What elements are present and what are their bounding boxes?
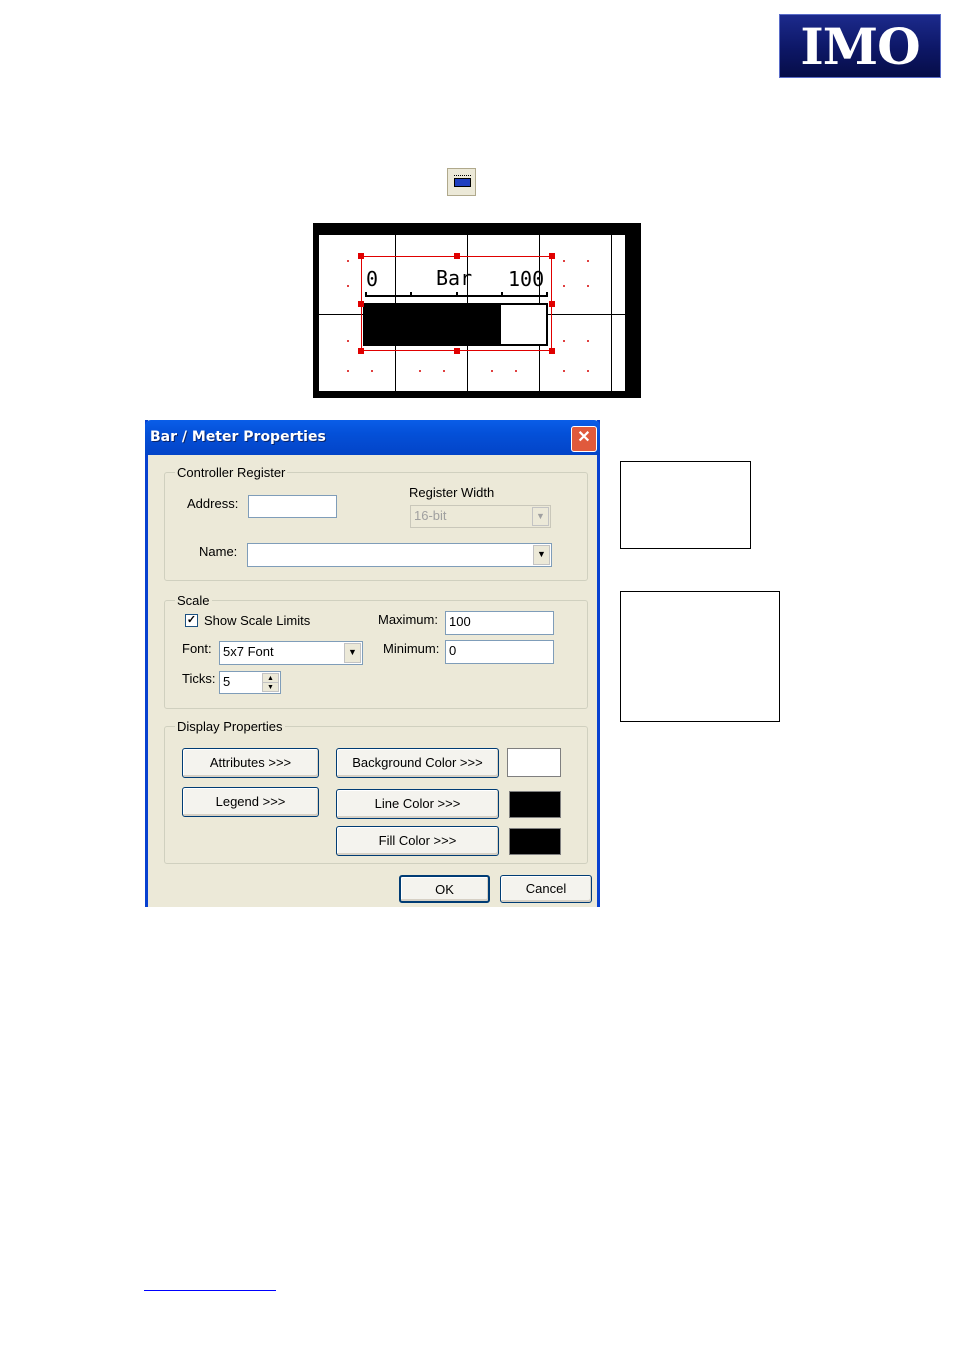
chevron-down-icon[interactable]: ▼ bbox=[533, 545, 550, 565]
name-label: Name: bbox=[199, 544, 238, 559]
ticks-value: 5 bbox=[223, 674, 231, 689]
grid-dot bbox=[587, 370, 589, 372]
fill-color-button[interactable]: Fill Color >>> bbox=[336, 826, 499, 856]
resize-handle[interactable] bbox=[454, 348, 460, 354]
address-input[interactable] bbox=[248, 495, 337, 518]
resize-handle[interactable] bbox=[549, 348, 555, 354]
grid-line bbox=[611, 235, 612, 391]
register-width-value: 16-bit bbox=[414, 508, 447, 523]
imo-logo: IMO bbox=[779, 14, 941, 78]
background-color-swatch bbox=[507, 748, 561, 777]
selection-box[interactable] bbox=[361, 256, 552, 351]
grid-dot bbox=[347, 285, 349, 287]
grid-dot bbox=[563, 370, 565, 372]
preview-canvas: 0 Bar 100 bbox=[319, 235, 625, 391]
bar-meter-preview: 0 Bar 100 bbox=[313, 223, 641, 398]
show-scale-limits-checkbox[interactable]: ✓ bbox=[185, 614, 198, 627]
line-color-button[interactable]: Line Color >>> bbox=[336, 789, 499, 819]
name-select[interactable]: ▼ bbox=[247, 543, 552, 567]
maximum-label: Maximum: bbox=[378, 612, 438, 627]
display-properties-label: Display Properties bbox=[175, 719, 285, 734]
callout-box bbox=[620, 591, 780, 722]
font-select[interactable]: 5x7 Font ▼ bbox=[219, 641, 363, 665]
close-icon[interactable]: ✕ bbox=[571, 426, 597, 452]
grid-dot bbox=[563, 285, 565, 287]
cancel-button[interactable]: Cancel bbox=[500, 875, 592, 903]
address-label: Address: bbox=[187, 496, 239, 511]
register-width-label: Register Width bbox=[409, 485, 495, 500]
attributes-button[interactable]: Attributes >>> bbox=[182, 748, 319, 778]
scale-label: Scale bbox=[175, 593, 212, 608]
callout-box bbox=[620, 461, 751, 549]
grid-dot bbox=[491, 370, 493, 372]
grid-dot bbox=[587, 260, 589, 262]
line-color-swatch bbox=[509, 791, 561, 818]
footer-link[interactable] bbox=[144, 1290, 276, 1291]
show-scale-limits-label: Show Scale Limits bbox=[204, 613, 311, 628]
resize-handle[interactable] bbox=[549, 253, 555, 259]
resize-handle[interactable] bbox=[358, 301, 364, 307]
chevron-down-icon[interactable]: ▼ bbox=[344, 643, 361, 663]
grid-dot bbox=[347, 340, 349, 342]
controller-register-label: Controller Register bbox=[175, 465, 288, 480]
grid-dot bbox=[371, 370, 373, 372]
dialog-title: Bar / Meter Properties bbox=[150, 429, 326, 445]
grid-dot bbox=[563, 340, 565, 342]
minimum-input[interactable]: 0 bbox=[445, 640, 554, 664]
grid-dot bbox=[587, 285, 589, 287]
background-color-button[interactable]: Background Color >>> bbox=[336, 748, 499, 778]
grid-dot bbox=[515, 370, 517, 372]
resize-handle[interactable] bbox=[358, 253, 364, 259]
register-width-select[interactable]: 16-bit ▼ bbox=[410, 505, 551, 528]
bar-meter-tool-icon[interactable] bbox=[447, 168, 476, 196]
fill-color-swatch bbox=[509, 828, 561, 855]
resize-handle[interactable] bbox=[358, 348, 364, 354]
legend-button[interactable]: Legend >>> bbox=[182, 787, 319, 817]
font-label: Font: bbox=[182, 641, 212, 656]
grid-dot bbox=[419, 370, 421, 372]
bar-icon-part bbox=[454, 178, 471, 187]
resize-handle[interactable] bbox=[549, 301, 555, 307]
font-value: 5x7 Font bbox=[223, 644, 274, 659]
grid-dot bbox=[347, 370, 349, 372]
ticks-label: Ticks: bbox=[182, 671, 216, 686]
grid-dot bbox=[563, 260, 565, 262]
ticks-input[interactable]: 5 ▲ ▼ bbox=[219, 671, 281, 694]
minimum-label: Minimum: bbox=[383, 641, 440, 656]
maximum-input[interactable]: 100 bbox=[445, 611, 554, 635]
grid-dot bbox=[347, 260, 349, 262]
spin-down-icon[interactable]: ▼ bbox=[262, 682, 279, 692]
grid-dot bbox=[587, 340, 589, 342]
resize-handle[interactable] bbox=[454, 253, 460, 259]
dialog-titlebar[interactable]: Bar / Meter Properties ✕ bbox=[145, 420, 600, 455]
chevron-down-icon[interactable]: ▼ bbox=[532, 507, 549, 526]
bar-meter-properties-dialog: Bar / Meter Properties ✕ Controller Regi… bbox=[145, 420, 600, 907]
ok-button[interactable]: OK bbox=[399, 875, 490, 903]
grid-dot bbox=[443, 370, 445, 372]
